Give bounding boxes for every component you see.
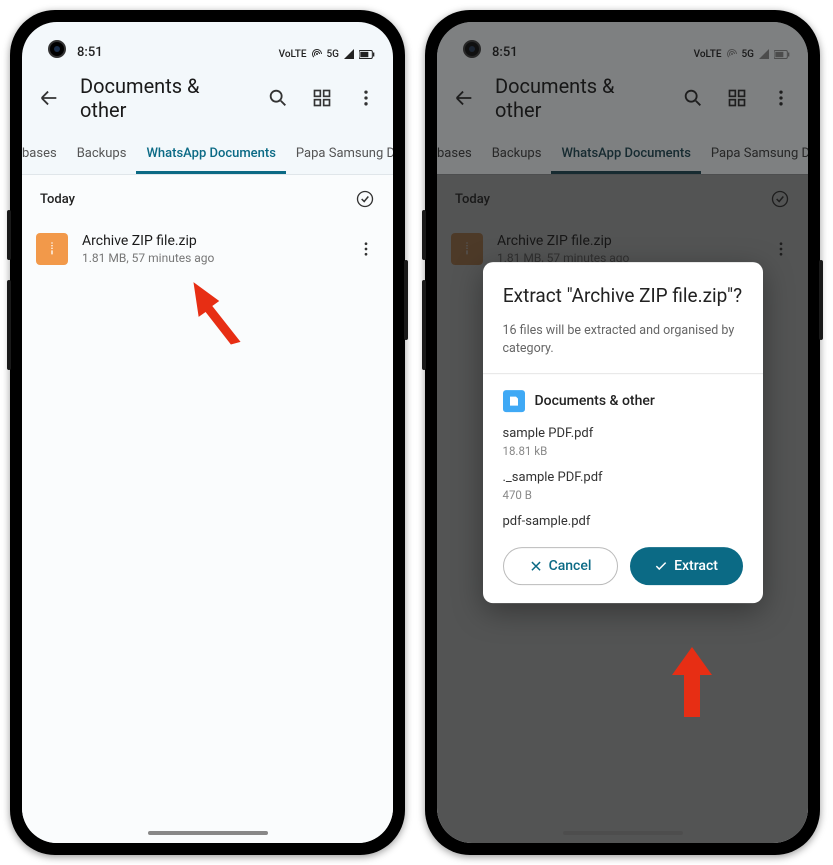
dialog-file-name: pdf-sample.pdf xyxy=(503,514,743,529)
phone-right: 8:51 VoLTE 5G Documents & other xyxy=(425,10,820,855)
extract-dialog: Extract "Archive ZIP file.zip"? 16 files… xyxy=(483,262,763,604)
check-icon xyxy=(654,559,668,573)
screen: 8:51 VoLTE 5G Documents & other xyxy=(22,22,393,843)
document-category-icon xyxy=(503,390,525,412)
app-bar: Documents & other xyxy=(22,62,393,134)
zip-file-icon xyxy=(36,233,68,265)
tab-backups[interactable]: Backups xyxy=(67,134,137,174)
lte-indicator: VoLTE xyxy=(279,49,307,60)
volume-up-button[interactable] xyxy=(7,210,11,260)
clock: 8:51 xyxy=(77,45,103,60)
dialog-file-item: pdf-sample.pdf xyxy=(503,514,743,529)
extract-label: Extract xyxy=(674,558,718,574)
file-meta: Archive ZIP file.zip 1.81 MB, 57 minutes… xyxy=(82,233,339,265)
tab-whatsapp-documents[interactable]: WhatsApp Documents xyxy=(136,134,285,174)
file-item[interactable]: Archive ZIP file.zip 1.81 MB, 57 minutes… xyxy=(22,223,393,275)
volume-down-button[interactable] xyxy=(422,280,426,370)
page-title: Documents & other xyxy=(80,74,247,122)
screen: 8:51 VoLTE 5G Documents & other xyxy=(437,22,808,843)
status-icons: VoLTE 5G xyxy=(279,48,375,60)
dialog-subtitle: 16 files will be extracted and organised… xyxy=(503,322,743,357)
cancel-button[interactable]: Cancel xyxy=(503,547,618,585)
grid-view-icon[interactable] xyxy=(309,85,335,111)
dialog-file-name: sample PDF.pdf xyxy=(503,426,743,441)
cancel-label: Cancel xyxy=(549,558,592,574)
gesture-bar[interactable] xyxy=(148,831,268,835)
volume-up-button[interactable] xyxy=(422,210,426,260)
dialog-file-size: 470 B xyxy=(503,488,743,502)
5g-indicator: 5G xyxy=(327,49,340,60)
power-button[interactable] xyxy=(404,260,408,340)
dialog-title: Extract "Archive ZIP file.zip"? xyxy=(503,284,743,309)
status-bar: 8:51 VoLTE 5G xyxy=(22,22,393,62)
file-more-icon[interactable] xyxy=(353,236,379,262)
file-list: Today Archive ZIP file.zip 1.81 MB, 57 m… xyxy=(22,175,393,843)
close-icon xyxy=(529,559,543,573)
power-button[interactable] xyxy=(819,260,823,340)
extract-button[interactable]: Extract xyxy=(630,547,743,585)
dialog-file-item: ._sample PDF.pdf 470 B xyxy=(503,470,743,502)
dialog-category-label: Documents & other xyxy=(535,393,655,409)
section-label: Today xyxy=(40,192,75,207)
dialog-category: Documents & other xyxy=(503,390,743,412)
select-all-icon[interactable] xyxy=(355,189,375,209)
annotation-arrow-1 xyxy=(192,277,242,347)
divider xyxy=(483,373,763,374)
battery-icon xyxy=(359,49,375,60)
search-icon[interactable] xyxy=(265,85,291,111)
file-name: Archive ZIP file.zip xyxy=(82,233,339,249)
signal-icon xyxy=(343,48,355,60)
hotspot-icon xyxy=(311,48,323,60)
section-header: Today xyxy=(22,175,393,223)
dialog-file-item: sample PDF.pdf 18.81 kB xyxy=(503,426,743,458)
tab-bases[interactable]: bases xyxy=(22,134,67,174)
annotation-arrow-2 xyxy=(667,647,717,717)
dialog-buttons: Cancel Extract xyxy=(503,547,743,585)
phone-left: 8:51 VoLTE 5G Documents & other xyxy=(10,10,405,855)
tab-papa-samsung[interactable]: Papa Samsung Do xyxy=(286,134,393,174)
back-icon[interactable] xyxy=(36,85,62,111)
dialog-file-name: ._sample PDF.pdf xyxy=(503,470,743,485)
volume-down-button[interactable] xyxy=(7,280,11,370)
camera-cutout xyxy=(48,40,66,58)
tab-bar: bases Backups WhatsApp Documents Papa Sa… xyxy=(22,134,393,175)
dialog-file-size: 18.81 kB xyxy=(503,444,743,458)
more-icon[interactable] xyxy=(353,85,379,111)
file-subtitle: 1.81 MB, 57 minutes ago xyxy=(82,251,339,265)
